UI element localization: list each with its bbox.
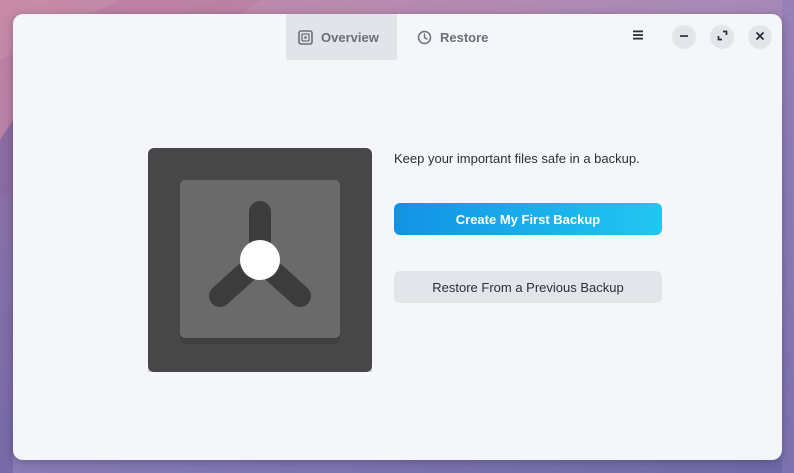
- safe-icon: [298, 29, 313, 45]
- minimize-button[interactable]: [672, 25, 696, 49]
- hamburger-menu-icon: [632, 28, 644, 46]
- header-bar: Overview Restore: [13, 14, 782, 60]
- vault-illustration: [148, 148, 372, 372]
- tab-overview[interactable]: Overview: [286, 14, 397, 60]
- minimize-icon: [679, 28, 689, 46]
- restore-backup-label: Restore From a Previous Backup: [432, 279, 624, 295]
- close-button[interactable]: [748, 25, 772, 49]
- maximize-button[interactable]: [710, 25, 734, 49]
- tagline-text: Keep your important files safe in a back…: [394, 151, 640, 166]
- tab-restore-label: Restore: [440, 29, 489, 45]
- tab-restore[interactable]: Restore: [405, 14, 500, 60]
- restore-backup-button[interactable]: Restore From a Previous Backup: [394, 271, 662, 303]
- tab-overview-label: Overview: [321, 29, 379, 45]
- maximize-icon: [717, 28, 728, 46]
- clock-icon: [417, 30, 432, 45]
- main-menu-button[interactable]: [626, 25, 650, 49]
- create-backup-button[interactable]: Create My First Backup: [394, 203, 662, 235]
- create-backup-label: Create My First Backup: [455, 211, 601, 227]
- app-window: Overview Restore Keep your important fil…: [13, 14, 782, 460]
- close-icon: [755, 28, 765, 46]
